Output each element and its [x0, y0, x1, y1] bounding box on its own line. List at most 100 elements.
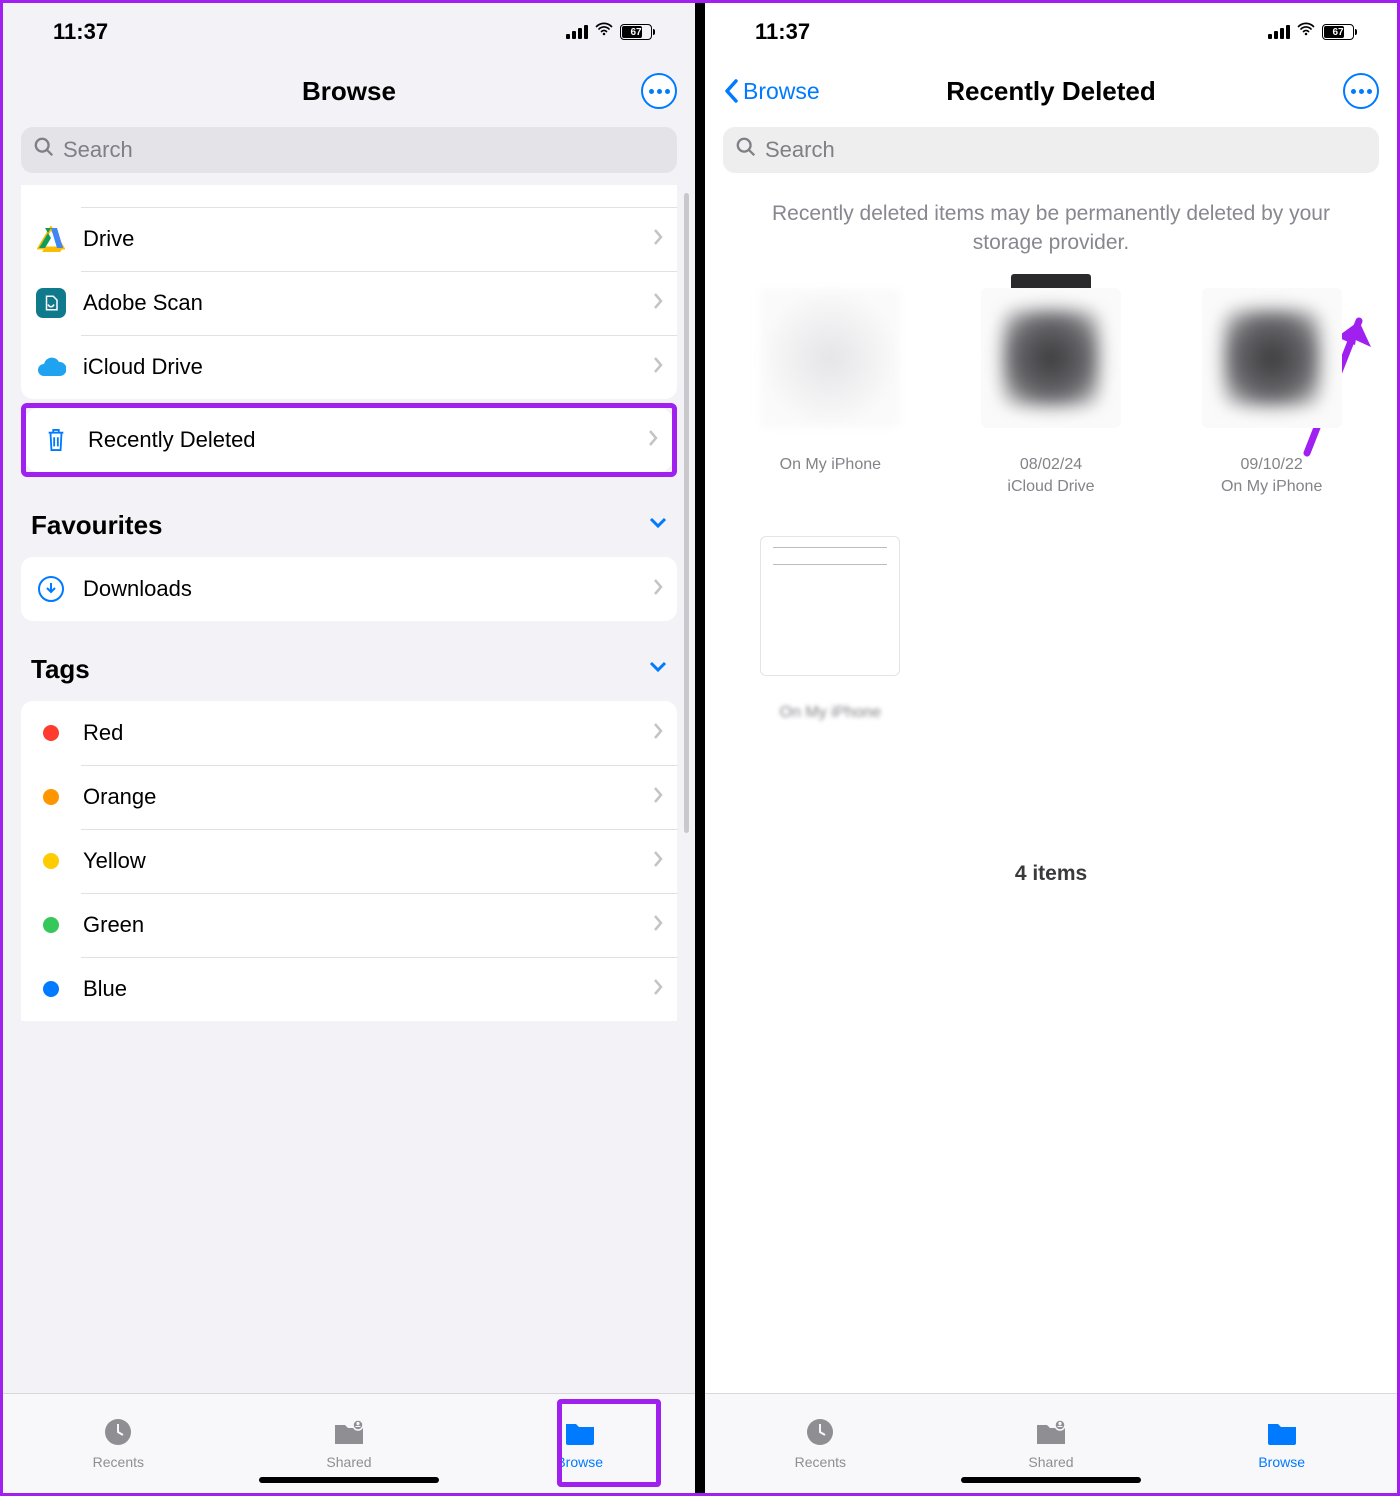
tab-label: Browse — [1258, 1454, 1305, 1470]
drive-icon — [35, 223, 67, 255]
deleted-file-item[interactable]: 08/02/24 iCloud Drive — [946, 288, 1157, 496]
back-label: Browse — [743, 78, 820, 105]
clock-icon — [101, 1417, 135, 1450]
wifi-icon — [594, 19, 614, 45]
item-count: 4 items — [705, 722, 1397, 896]
tag-dot-icon — [35, 717, 67, 749]
file-name — [1049, 434, 1053, 452]
chevron-right-icon — [653, 578, 663, 601]
favourites-header[interactable]: Favourites — [3, 505, 695, 545]
file-name — [828, 682, 832, 700]
annotation-highlight-recently-deleted: Recently Deleted — [21, 403, 677, 477]
tab-label: Recents — [795, 1454, 846, 1470]
search-input[interactable]: Search — [723, 127, 1379, 173]
file-location: On My iPhone — [1221, 478, 1322, 496]
row-label: Blue — [83, 976, 637, 1002]
row-label: Yellow — [83, 848, 637, 874]
page-title: Browse — [302, 76, 396, 107]
chevron-right-icon — [653, 356, 663, 379]
search-input[interactable]: Search — [21, 127, 677, 173]
tag-dot-icon — [35, 909, 67, 941]
deleted-file-item[interactable]: 09/10/22 On My iPhone — [1166, 288, 1377, 496]
deleted-file-item[interactable]: On My iPhone — [725, 288, 936, 496]
file-thumbnail — [1202, 288, 1342, 428]
chevron-right-icon — [653, 228, 663, 251]
location-adobe-scan[interactable]: Adobe Scan — [21, 271, 677, 335]
phone-left-browse: 11:37 67 Browse Search Drive — [3, 3, 695, 1493]
file-name — [1269, 434, 1273, 452]
row-label: iCloud Drive — [83, 354, 637, 380]
trash-icon — [40, 424, 72, 456]
file-thumbnail — [760, 536, 900, 676]
tab-browse[interactable]: Browse — [1166, 1394, 1397, 1493]
tag-red[interactable]: Red — [21, 701, 677, 765]
row-label: Green — [83, 912, 637, 938]
adobe-scan-icon — [35, 287, 67, 319]
tag-orange[interactable]: Orange — [21, 765, 677, 829]
status-time: 11:37 — [53, 19, 108, 45]
tab-label: Recents — [93, 1454, 144, 1470]
chevron-right-icon — [653, 292, 663, 315]
deleted-content: Recently deleted items may be permanentl… — [705, 173, 1397, 1393]
chevron-right-icon — [653, 914, 663, 937]
folder-icon — [1265, 1417, 1299, 1450]
file-date: 09/10/22 — [1241, 456, 1303, 474]
tag-green[interactable]: Green — [21, 893, 677, 957]
back-button[interactable]: Browse — [723, 78, 820, 105]
home-indicator[interactable] — [259, 1477, 439, 1483]
tab-recents[interactable]: Recents — [3, 1394, 234, 1493]
tab-bar: Recents Shared Browse — [705, 1393, 1397, 1493]
search-icon — [33, 136, 55, 164]
deleted-file-item[interactable]: On My iPhone — [725, 536, 936, 722]
location-recently-deleted[interactable]: Recently Deleted — [26, 408, 672, 472]
list-item[interactable] — [21, 185, 677, 207]
battery-icon: 67 — [1322, 24, 1357, 40]
file-thumbnail — [981, 288, 1121, 428]
wifi-icon — [1296, 19, 1316, 45]
file-location: iCloud Drive — [1007, 478, 1094, 496]
search-placeholder: Search — [63, 137, 133, 163]
section-title: Favourites — [31, 510, 163, 541]
file-date: 08/02/24 — [1020, 456, 1082, 474]
tab-browse[interactable]: Browse — [464, 1394, 695, 1493]
search-placeholder: Search — [765, 137, 835, 163]
nav-header: Browse — [3, 61, 695, 121]
chevron-right-icon — [653, 850, 663, 873]
chevron-down-icon — [649, 516, 667, 534]
chevron-right-icon — [653, 722, 663, 745]
status-icons: 67 — [1268, 19, 1357, 45]
download-icon — [35, 573, 67, 605]
battery-icon: 67 — [620, 24, 655, 40]
chevron-right-icon — [653, 978, 663, 1001]
location-drive[interactable]: Drive — [21, 207, 677, 271]
file-location: On My iPhone — [780, 704, 881, 722]
row-label: Recently Deleted — [88, 427, 632, 453]
scrollbar[interactable] — [684, 193, 689, 833]
row-label: Red — [83, 720, 637, 746]
row-label: Downloads — [83, 576, 637, 602]
file-name — [828, 434, 832, 452]
home-indicator[interactable] — [961, 1477, 1141, 1483]
phone-right-recently-deleted: 11:37 67 Browse Recently Deleted Search … — [705, 3, 1397, 1493]
tab-recents[interactable]: Recents — [705, 1394, 936, 1493]
status-icons: 67 — [566, 19, 655, 45]
favourite-downloads[interactable]: Downloads — [21, 557, 677, 621]
deleted-info-text: Recently deleted items may be permanentl… — [705, 173, 1397, 288]
tag-blue[interactable]: Blue — [21, 957, 677, 1021]
browse-content: Drive Adobe Scan iCloud Drive — [3, 173, 695, 1393]
more-button[interactable] — [641, 73, 677, 109]
cloud-icon — [35, 351, 67, 383]
file-location: On My iPhone — [780, 456, 881, 474]
status-time: 11:37 — [755, 19, 810, 45]
status-bar: 11:37 67 — [705, 3, 1397, 61]
screenshot-divider — [695, 3, 705, 1493]
row-label: Orange — [83, 784, 637, 810]
folder-icon — [563, 1417, 597, 1450]
tag-yellow[interactable]: Yellow — [21, 829, 677, 893]
chevron-left-icon — [723, 78, 741, 104]
more-button[interactable] — [1343, 73, 1379, 109]
file-thumbnail — [760, 288, 900, 428]
tags-header[interactable]: Tags — [3, 649, 695, 689]
location-icloud-drive[interactable]: iCloud Drive — [21, 335, 677, 399]
tab-label: Browse — [556, 1454, 603, 1470]
